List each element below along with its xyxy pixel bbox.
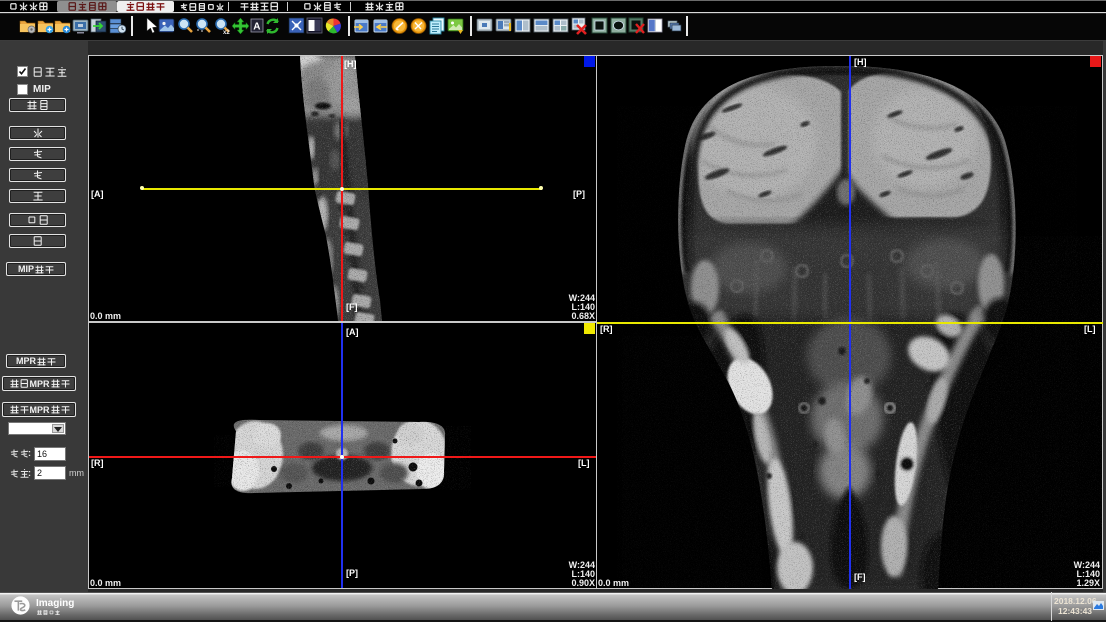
svg-text:A: A [253, 22, 260, 33]
svg-text:x2: x2 [223, 30, 230, 35]
